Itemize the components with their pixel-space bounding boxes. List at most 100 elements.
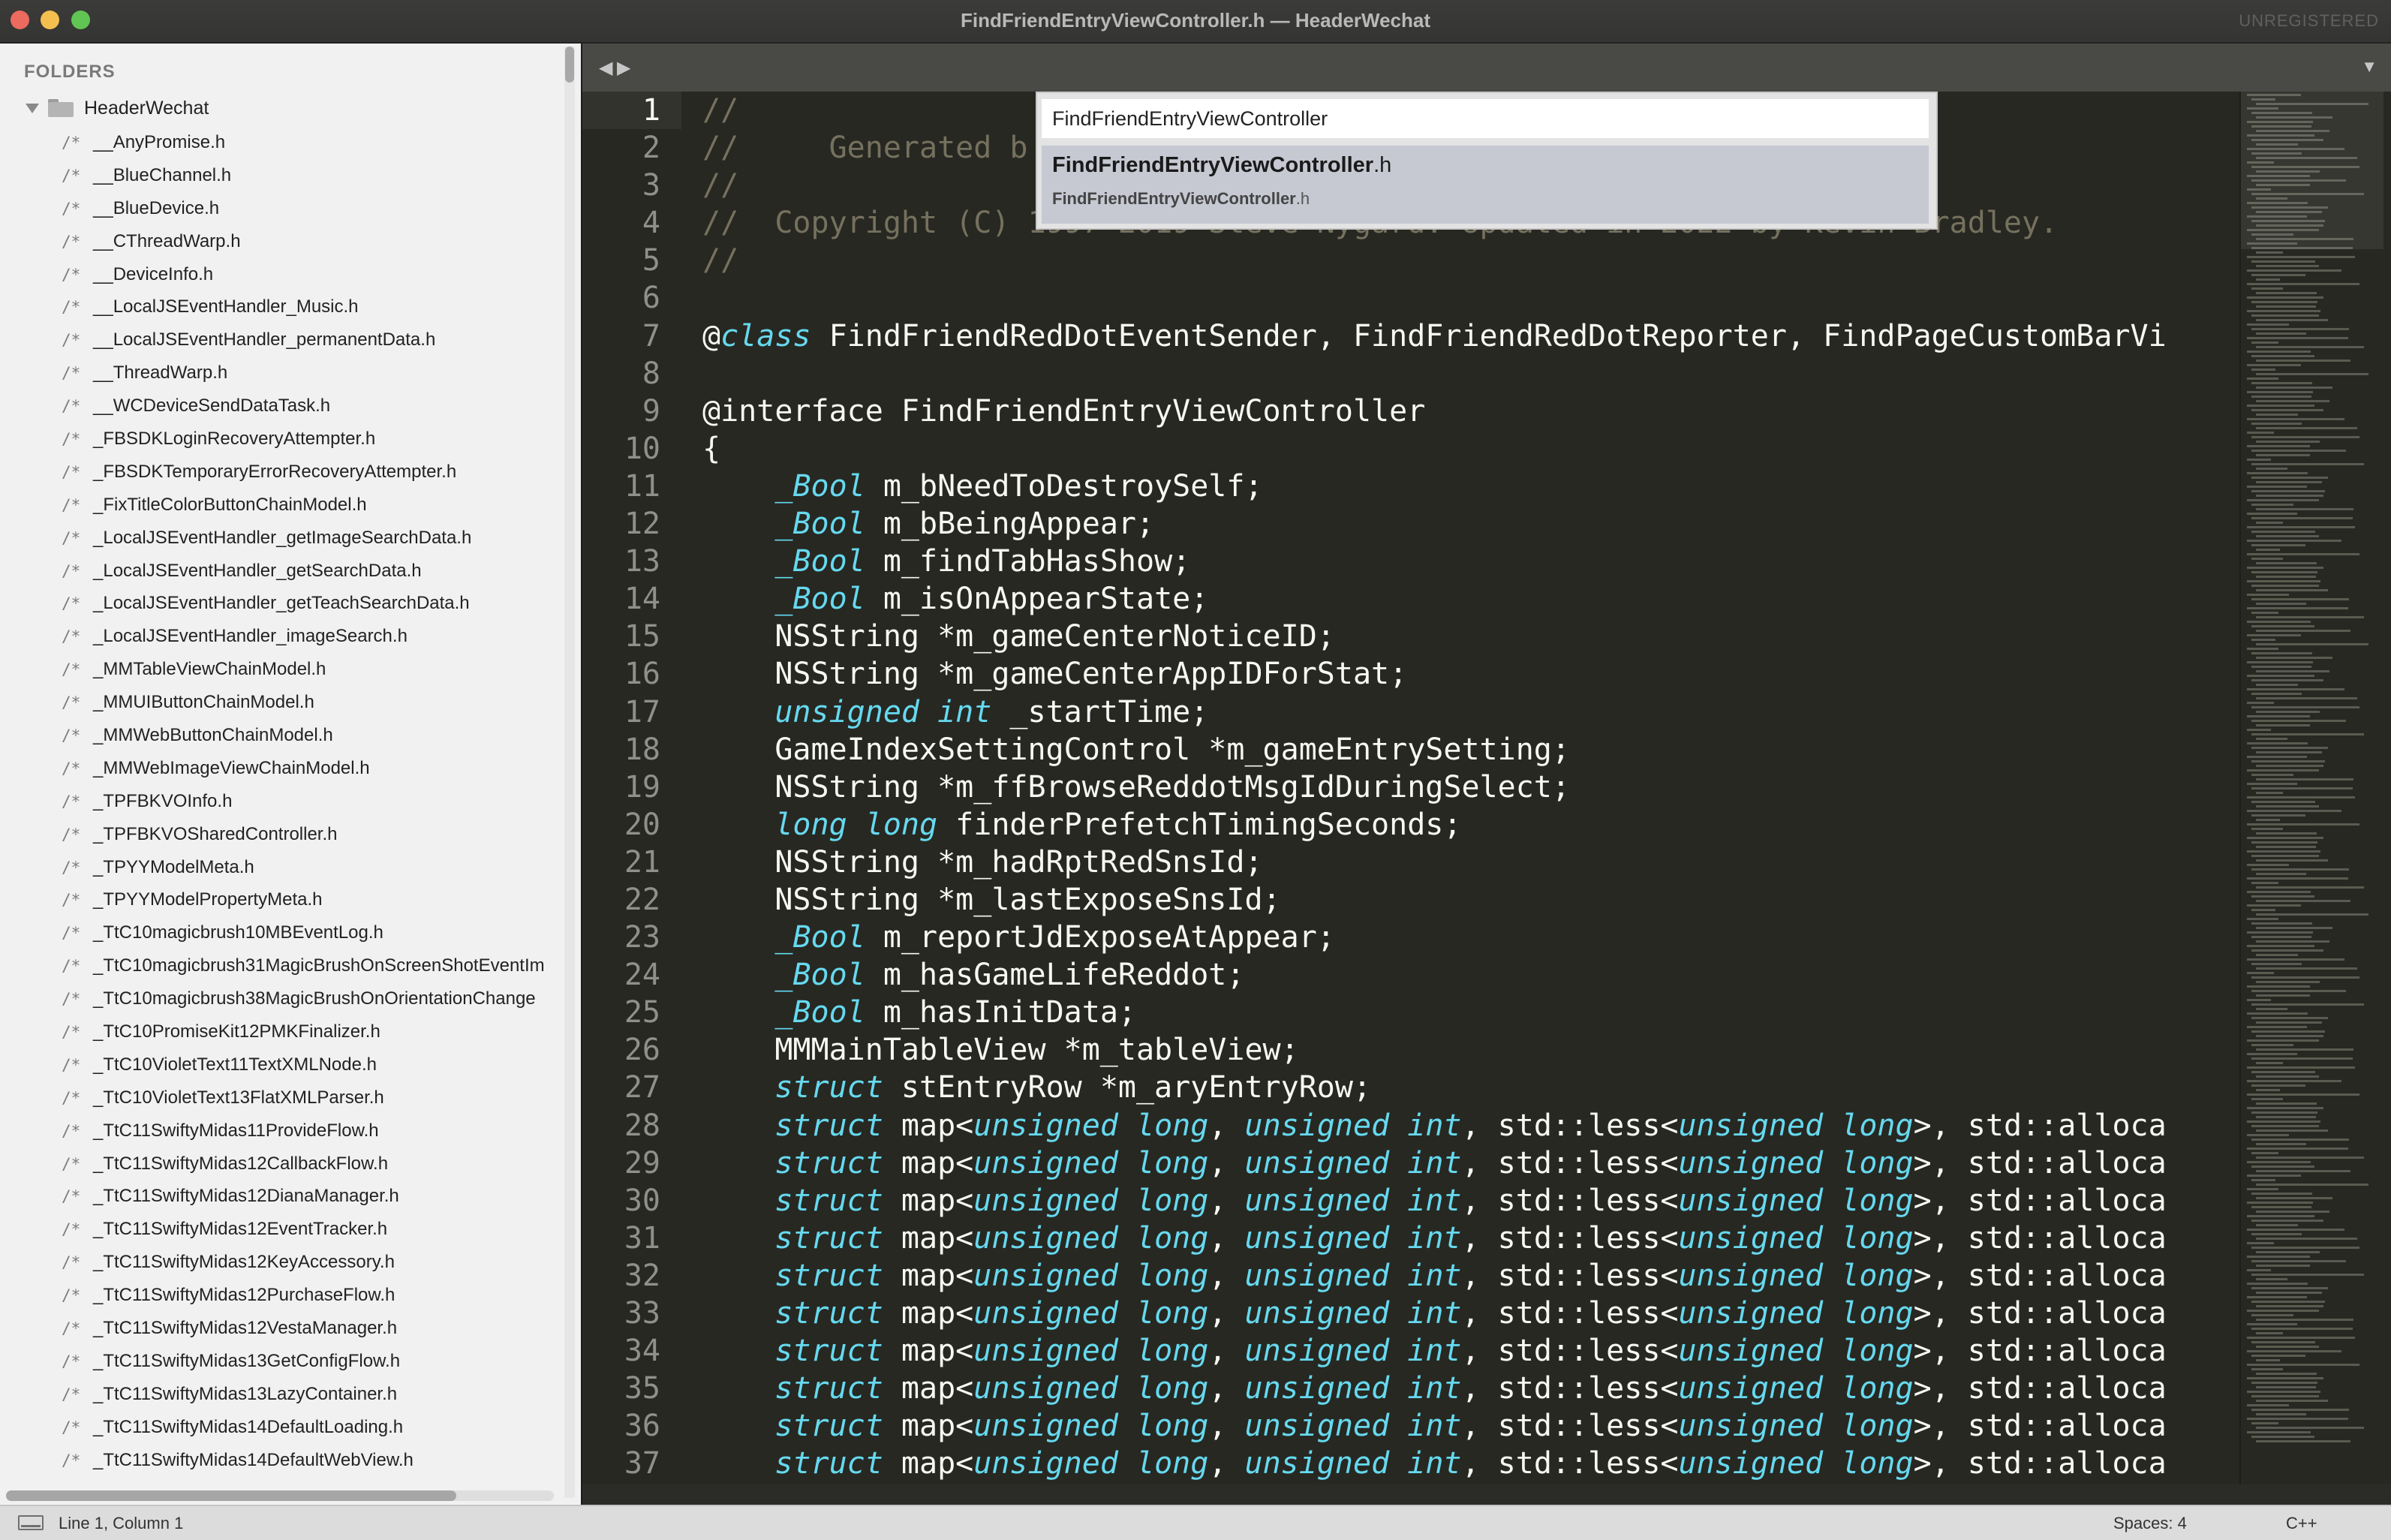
sidebar-file-item[interactable]: /* _TtC10VioletText13FlatXMLParser.h [0, 1081, 564, 1114]
sidebar-file-item[interactable]: /* _TPYYModelMeta.h [0, 851, 564, 884]
minimap-line [2256, 738, 2287, 740]
keyword-token: struct [774, 1296, 883, 1331]
sidebar-file-item[interactable]: /* _FBSDKTemporaryErrorRecoveryAttempter.… [0, 456, 564, 489]
sidebar-file-item[interactable]: /* _MMUIButtonChainModel.h [0, 686, 564, 719]
keyword-token: long [1841, 1446, 1914, 1481]
minimap-line [2251, 396, 2311, 398]
keyword-token: struct [774, 1446, 883, 1481]
code-token: >, std::alloca [1913, 1296, 2167, 1331]
sidebar-file-item[interactable]: /* _TPYYModelPropertyMeta.h [0, 883, 564, 916]
goto-anything-input[interactable] [1042, 99, 1929, 138]
keyword-token: _Bool [774, 507, 865, 542]
code-line: // [702, 242, 2233, 279]
keyword-token: struct [774, 1334, 883, 1369]
sidebar-file-item[interactable]: /* __DeviceInfo.h [0, 258, 564, 291]
keyword-token: class [720, 318, 811, 353]
sidebar-file-item[interactable]: /* _TtC11SwiftyMidas12VestaManager.h [0, 1312, 564, 1345]
minimap-line [2251, 314, 2319, 317]
sidebar-file-label: __CThreadWarp.h [93, 230, 241, 251]
sidebar-horizontal-scroll-thumb[interactable] [6, 1490, 456, 1501]
disclosure-triangle-icon[interactable] [26, 103, 39, 113]
sidebar-file-item[interactable]: /* _TtC11SwiftyMidas12PurchaseFlow.h [0, 1279, 564, 1312]
tab-menu-icon[interactable]: ▼ [2361, 57, 2377, 77]
sidebar-file-item[interactable]: /* _MMWebImageViewChainModel.h [0, 752, 564, 785]
sidebar-file-label: _FBSDKLoginRecoveryAttempter.h [93, 428, 376, 449]
sidebar-file-item[interactable]: /* _TtC11SwiftyMidas12EventTracker.h [0, 1213, 564, 1246]
minimap-line [2247, 1350, 2341, 1352]
sidebar-file-item[interactable]: /* _MMTableViewChainModel.h [0, 653, 564, 686]
code-editor[interactable]: 1 2 3 4 5 6 7 8 9 10 11 12 13 14 15 16 17 18 19 20 21 22 23 24 2… [582, 92, 2239, 1484]
source-file-icon: /* [62, 133, 81, 152]
minimap-line [2247, 688, 2344, 690]
source-file-icon: /* [62, 199, 81, 218]
keyword-token: struct [774, 1220, 883, 1256]
minimap-line [2251, 1355, 2305, 1357]
sidebar-file-item[interactable]: /* __BlueDevice.h [0, 192, 564, 225]
syntax-selector[interactable]: C++ [2286, 1514, 2317, 1533]
sidebar-file-item[interactable]: /* __LocalJSEventHandler_Music.h [0, 290, 564, 323]
code-token: NSString *m_lastExposeSnsId; [702, 882, 1281, 917]
minimap[interactable] [2239, 92, 2391, 1484]
sidebar-file-label: _TtC11SwiftyMidas12EventTracker.h [93, 1219, 388, 1240]
sidebar-file-item[interactable]: /* _FBSDKLoginRecoveryAttempter.h [0, 423, 564, 456]
goto-result-item[interactable]: FindFriendEntryViewController.h FindFrie… [1042, 146, 1929, 224]
code-line: @class FindFriendRedDotEventSender, Find… [702, 317, 2233, 355]
minimap-line [2251, 1287, 2328, 1289]
sidebar-file-item[interactable]: /* __LocalJSEventHandler_permanentData.h [0, 323, 564, 356]
keyword-token: struct [774, 1145, 883, 1181]
code-line: NSString *m_hadRptRedSnsId; [702, 844, 2233, 881]
indentation-setting[interactable]: Spaces: 4 [2113, 1514, 2187, 1533]
minimap-line [2247, 837, 2323, 839]
sidebar-file-item[interactable]: /* _LocalJSEventHandler_getImageSearchDat… [0, 522, 564, 555]
sidebar-file-item[interactable]: /* _TtC10magicbrush10MBEventLog.h [0, 916, 564, 949]
sidebar-file-item[interactable]: /* _TtC10VioletText11TextXMLNode.h [0, 1048, 564, 1081]
minimap-line [2251, 477, 2328, 479]
sidebar-file-item[interactable]: /* _TPFBKVOInfo.h [0, 785, 564, 818]
sidebar-file-item[interactable]: /* _TtC11SwiftyMidas14DefaultLoading.h [0, 1411, 564, 1444]
sidebar-file-item[interactable]: /* _TtC11SwiftyMidas14DefaultWebView.h [0, 1444, 564, 1477]
sidebar-root-folder[interactable]: HeaderWechat [26, 93, 209, 123]
sidebar-file-item[interactable]: /* _TtC11SwiftyMidas12KeyAccessory.h [0, 1246, 564, 1279]
sidebar-file-item[interactable]: /* _TtC11SwiftyMidas13GetConfigFlow.h [0, 1345, 564, 1378]
sidebar-file-item[interactable]: /* __AnyPromise.h [0, 126, 564, 159]
code-token: >, std::alloca [1913, 1446, 2167, 1481]
sidebar-vertical-scrollbar[interactable] [564, 47, 575, 1498]
sidebar-file-item[interactable]: /* _TtC10PromiseKit12PMKFinalizer.h [0, 1015, 564, 1048]
sidebar-file-item[interactable]: /* __WCDeviceSendDataTask.h [0, 390, 564, 423]
sidebar-file-item[interactable]: /* _LocalJSEventHandler_getSearchData.h [0, 555, 564, 588]
sidebar-file-item[interactable]: /* _MMWebButtonChainModel.h [0, 719, 564, 752]
sidebar-file-item[interactable]: /* _TtC11SwiftyMidas13LazyContainer.h [0, 1378, 564, 1411]
sidebar-file-item[interactable]: /* _TtC11SwiftyMidas12CallbackFlow.h [0, 1147, 564, 1181]
navigate-back-icon[interactable]: ◀ [599, 57, 612, 79]
sidebar-file-item[interactable]: /* _LocalJSEventHandler_imageSearch.h [0, 620, 564, 653]
minimap-line [2256, 441, 2320, 443]
minimap-line [2256, 589, 2328, 591]
sidebar-file-item[interactable]: /* _TtC11SwiftyMidas12DianaManager.h [0, 1181, 564, 1214]
sidebar-vertical-scroll-thumb[interactable] [565, 47, 574, 83]
code-line: struct map<unsigned long, unsigned int, … [702, 1445, 2233, 1482]
sidebar-file-item[interactable]: /* _FixTitleColorButtonChainModel.h [0, 489, 564, 522]
sidebar-file-item[interactable]: /* __ThreadWarp.h [0, 356, 564, 390]
sidebar-horizontal-scrollbar[interactable] [6, 1490, 554, 1501]
minimap-line [2251, 612, 2278, 614]
sidebar-file-item[interactable]: /* _TtC10magicbrush31MagicBrushOnScreenSh… [0, 949, 564, 982]
code-text-area[interactable]: //// Generated b//// Copyright (C) 1997-… [702, 92, 2233, 1484]
sidebar-file-item[interactable]: /* _LocalJSEventHandler_getTeachSearchDat… [0, 587, 564, 620]
minimap-line [2251, 1382, 2317, 1384]
minimap-line [2251, 936, 2311, 938]
sidebar-file-item[interactable]: /* __CThreadWarp.h [0, 225, 564, 258]
minimap-viewport[interactable] [2241, 92, 2383, 249]
panel-toggle-icon[interactable] [18, 1515, 44, 1530]
source-file-icon: /* [62, 364, 81, 383]
sidebar-file-item[interactable]: /* _TtC11SwiftyMidas11ProvideFlow.h [0, 1114, 564, 1147]
keyword-token: long [1136, 1220, 1209, 1256]
sidebar-file-item[interactable]: /* _TtC10magicbrush38MagicBrushOnOrientat… [0, 982, 564, 1015]
minimap-line [2247, 1256, 2310, 1258]
navigate-forward-icon[interactable]: ▶ [617, 57, 630, 79]
sidebar-file-item[interactable]: /* __BlueChannel.h [0, 159, 564, 192]
sidebar-file-item[interactable]: /* _TPFBKVOSharedController.h [0, 818, 564, 851]
line-number: 8 [642, 356, 660, 391]
keyword-token: long [1136, 1145, 1209, 1181]
